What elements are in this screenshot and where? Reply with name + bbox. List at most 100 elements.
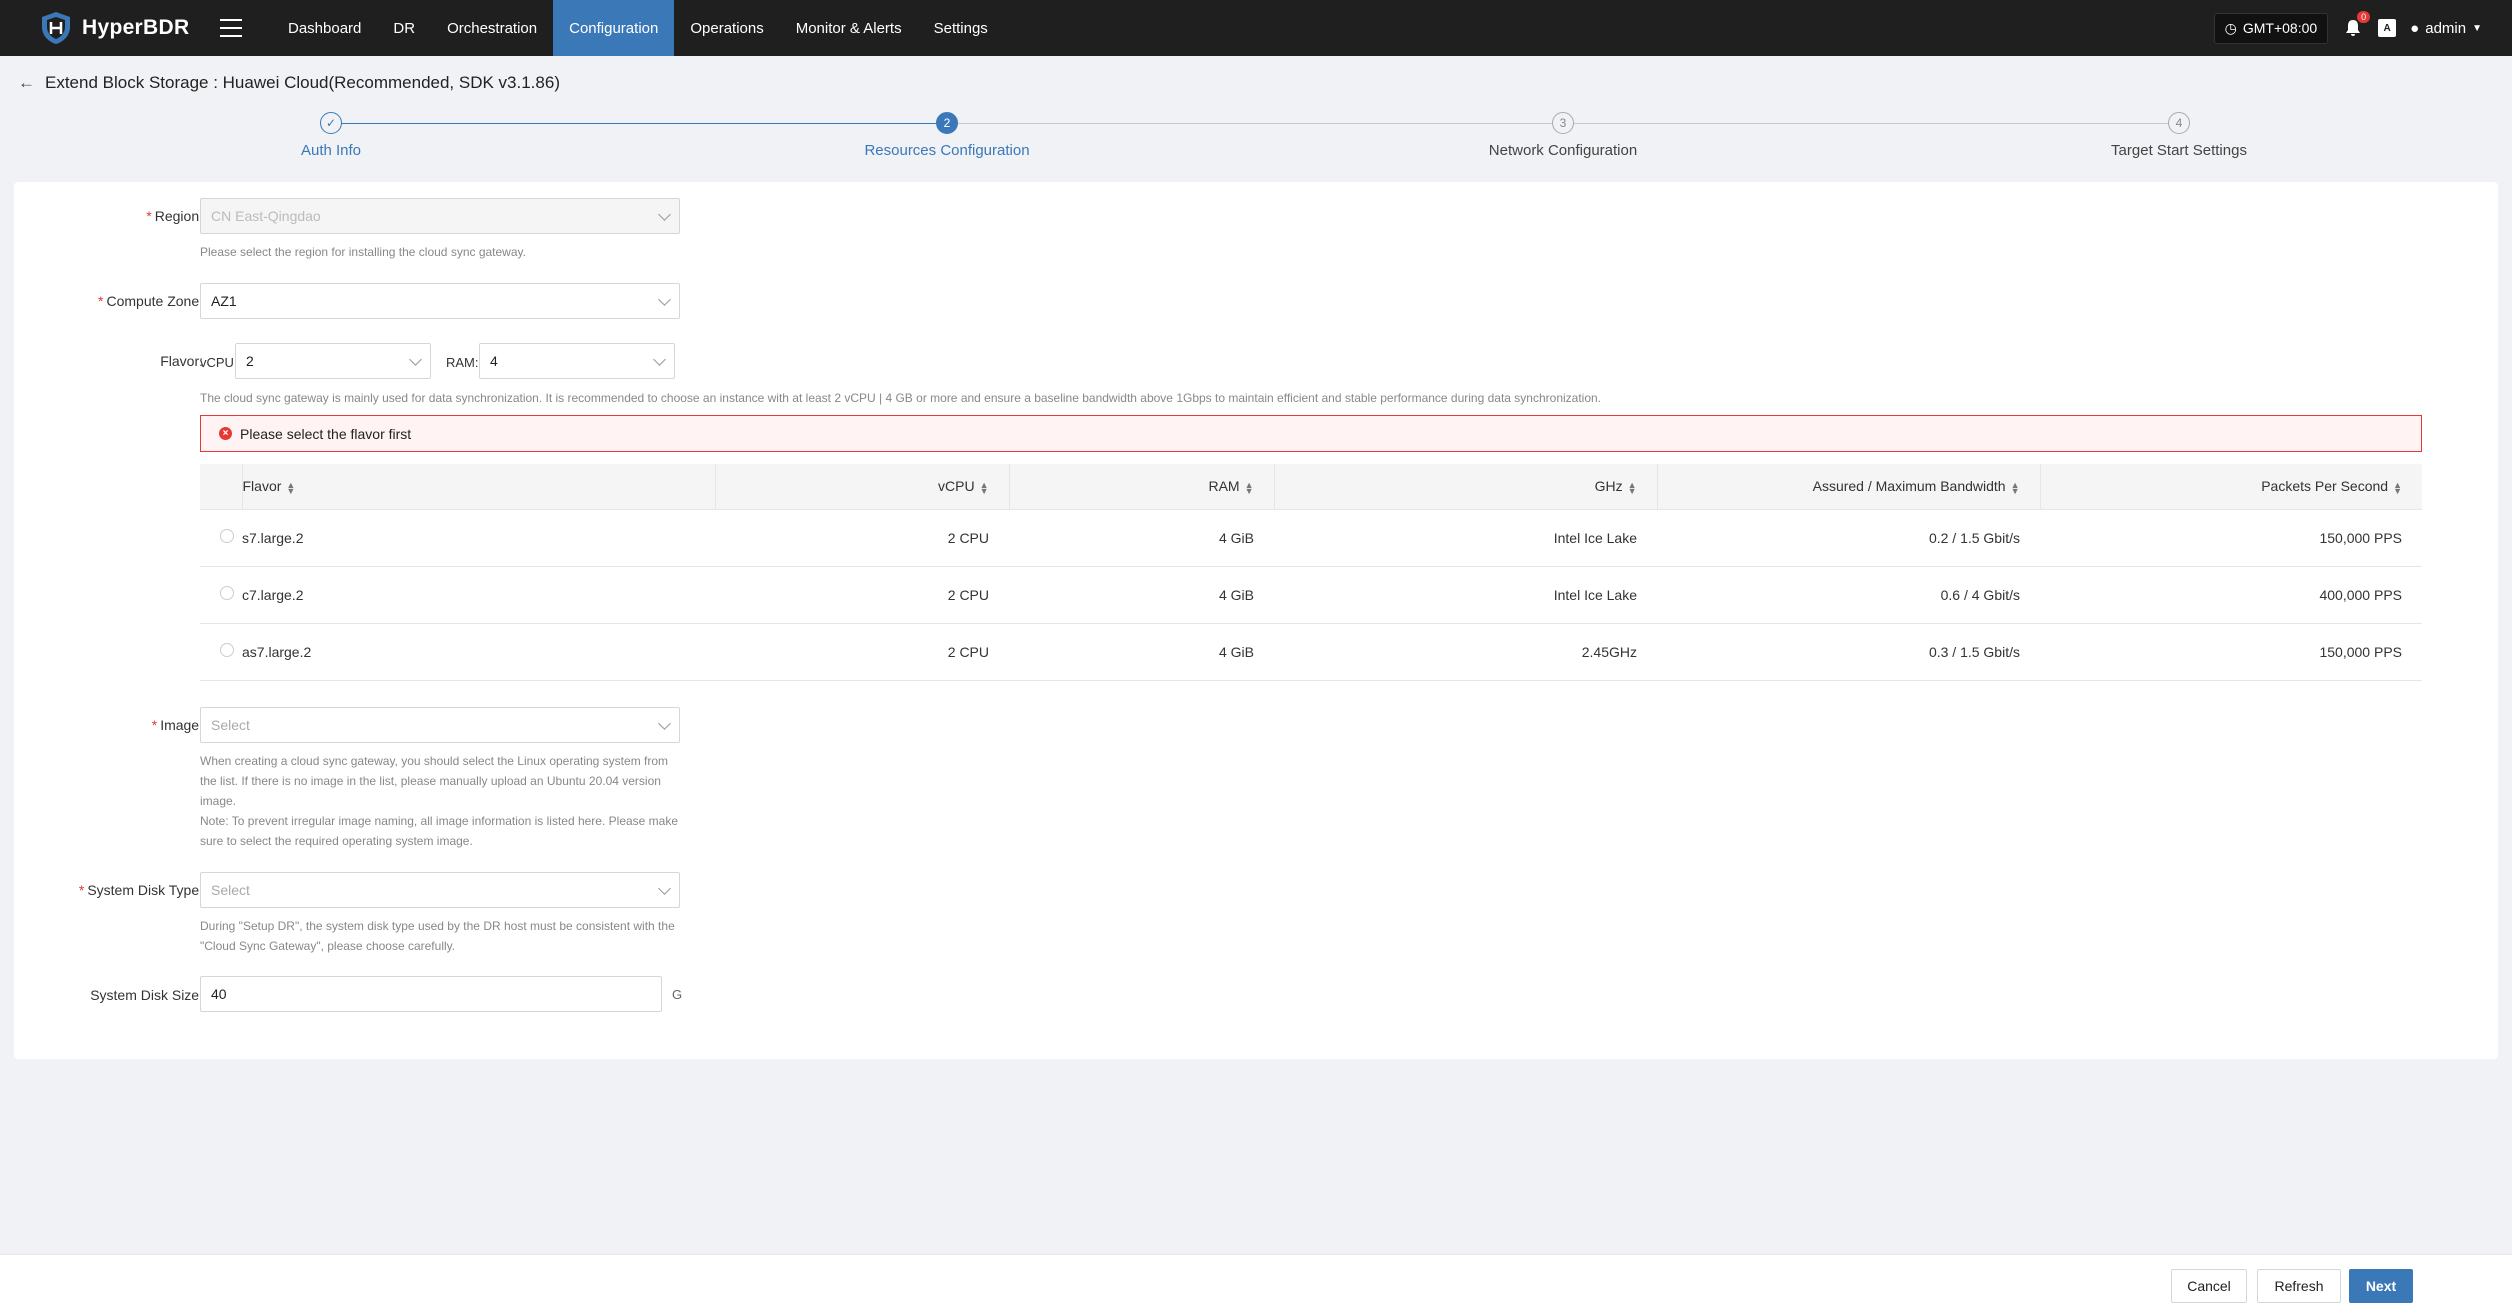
nav-dashboard[interactable]: Dashboard [272, 0, 377, 56]
nav-configuration[interactable]: Configuration [553, 0, 675, 56]
flavor-label: Flavor: [160, 353, 203, 369]
user-menu[interactable]: ● admin ▼ [2410, 20, 2482, 37]
refresh-button[interactable]: Refresh [2257, 1269, 2341, 1303]
ram-select[interactable]: 4 [479, 343, 675, 379]
step-check-icon: ✓ [320, 112, 342, 134]
main-nav: Dashboard DR Orchestration Configuration… [272, 0, 1004, 56]
user-name: admin [2425, 19, 2467, 37]
system-disk-type-select[interactable]: Select [200, 872, 680, 908]
step-label: Auth Info [300, 142, 362, 159]
sort-icon: ▲ ▼ [1244, 479, 1254, 496]
step-number: 4 [2168, 112, 2190, 134]
sort-icon: ▲ ▼ [979, 479, 989, 496]
table-row[interactable]: c7.large.2 2 CPU 4 GiB Intel Ice Lake 0.… [200, 566, 2422, 624]
nav-dr[interactable]: DR [377, 0, 431, 56]
cell-ghz: Intel Ice Lake [1274, 566, 1657, 624]
timezone-button[interactable]: ◷ GMT+08:00 [2213, 12, 2329, 44]
cell-flavor: as7.large.2 [242, 623, 715, 681]
row-radio-cell [200, 509, 242, 567]
language-icon[interactable]: A [2378, 19, 2397, 37]
image-label: * Image: [151, 717, 203, 733]
row-radio-cell [200, 566, 242, 624]
system-disk-size-label: System Disk Size: [90, 987, 203, 1003]
footer-bar: Cancel Refresh Next [0, 1254, 2512, 1314]
vcpu-label: vCPU: [200, 355, 238, 370]
column-header-bandwidth[interactable]: Assured / Maximum Bandwidth ▲ ▼ [1656, 464, 2040, 510]
image-select[interactable]: Select [200, 707, 680, 743]
ram-label: RAM: [446, 355, 479, 370]
sort-icon: ▲ ▼ [2010, 479, 2020, 496]
step-target-start-settings: 4 Target Start Settings [2049, 108, 2309, 159]
system-disk-size-unit: G [672, 987, 683, 1002]
nav-orchestration[interactable]: Orchestration [431, 0, 553, 56]
flavor-radio[interactable] [220, 586, 234, 600]
column-header-ram[interactable]: RAM ▲ ▼ [1008, 464, 1274, 510]
cell-flavor: c7.large.2 [242, 566, 715, 624]
step-network-configuration: 3 Network Configuration [1433, 108, 1693, 159]
region-select[interactable]: CN East-Qingdao [200, 198, 680, 234]
step-number: 2 [936, 112, 958, 134]
app-logo[interactable]: HyperBDR [38, 10, 198, 46]
clock-icon: ◷ [2224, 19, 2237, 36]
chevron-down-icon [409, 353, 422, 366]
flavor-error-alert: × Please select the flavor first [200, 415, 2422, 452]
back-arrow-icon[interactable]: ← [18, 73, 35, 93]
table-row[interactable]: s7.large.2 2 CPU 4 GiB Intel Ice Lake 0.… [200, 509, 2422, 567]
cell-ram: 4 GiB [1009, 566, 1274, 624]
column-header-vcpu[interactable]: vCPU ▲ ▼ [714, 464, 1009, 510]
nav-settings[interactable]: Settings [918, 0, 1004, 56]
user-icon: ● [2410, 19, 2420, 37]
menu-toggle-icon[interactable] [220, 19, 242, 37]
chevron-down-icon [658, 293, 671, 306]
cell-ram: 4 GiB [1009, 509, 1274, 567]
select-column-header [200, 464, 242, 510]
cell-pps: 150,000 PPS [2040, 509, 2422, 567]
cell-vcpu: 2 CPU [715, 623, 1009, 681]
cell-ram: 4 GiB [1009, 623, 1274, 681]
flavor-radio[interactable] [220, 643, 234, 657]
system-disk-size-input[interactable]: 40 [200, 976, 662, 1012]
wizard-steps: ✓ Auth Info 2 Resources Configuration 3 … [0, 108, 2512, 168]
step-resources-configuration: 2 Resources Configuration [817, 108, 1077, 159]
compute-zone-select[interactable]: AZ1 [200, 283, 680, 319]
cell-bandwidth: 0.2 / 1.5 Gbit/s [1657, 509, 2040, 567]
chevron-down-icon: ▼ [2472, 22, 2482, 34]
flavor-error-text: Please select the flavor first [240, 425, 412, 442]
cell-vcpu: 2 CPU [715, 509, 1009, 567]
flavor-radio[interactable] [220, 529, 234, 543]
table-header-row: Flavor ▲ ▼ vCPU ▲ ▼ RAM ▲ ▼ GHz ▲ ▼ Assured / Ma… [200, 464, 2422, 510]
nav-operations[interactable]: Operations [674, 0, 779, 56]
chevron-down-icon [658, 208, 671, 221]
column-header-flavor[interactable]: Flavor ▲ ▼ [241, 464, 715, 510]
cell-pps: 400,000 PPS [2040, 566, 2422, 624]
nav-monitor-alerts[interactable]: Monitor & Alerts [780, 0, 918, 56]
cell-bandwidth: 0.3 / 1.5 Gbit/s [1657, 623, 2040, 681]
chevron-down-icon [658, 882, 671, 895]
flavor-table: Flavor ▲ ▼ vCPU ▲ ▼ RAM ▲ ▼ GHz ▲ ▼ Assured / Ma… [200, 464, 2422, 681]
notification-button[interactable]: 0 [2342, 11, 2371, 39]
vcpu-select[interactable]: 2 [235, 343, 431, 379]
page-title: Extend Block Storage : Huawei Cloud(Reco… [45, 73, 560, 92]
step-number: 3 [1552, 112, 1574, 134]
app-name: HyperBDR [82, 16, 190, 39]
top-nav-bar: HyperBDR Dashboard DR Orchestration Conf… [0, 0, 2512, 56]
cell-vcpu: 2 CPU [715, 566, 1009, 624]
sort-icon: ▲ ▼ [286, 479, 296, 496]
image-hint: When creating a cloud sync gateway, you … [200, 754, 679, 848]
step-label: Target Start Settings [2111, 142, 2247, 159]
system-disk-type-label: * System Disk Type: [78, 882, 203, 898]
row-radio-cell [200, 623, 242, 681]
column-header-ghz[interactable]: GHz ▲ ▼ [1273, 464, 1657, 510]
table-row[interactable]: as7.large.2 2 CPU 4 GiB 2.45GHz 0.3 / 1.… [200, 623, 2422, 681]
cell-bandwidth: 0.6 / 4 Gbit/s [1657, 566, 2040, 624]
compute-zone-label: * Compute Zone: [98, 293, 203, 309]
resources-form-card: * Region: CN East-Qingdao Please select t… [14, 182, 2498, 1059]
system-disk-type-hint: During "Setup DR", the system disk type … [200, 919, 675, 953]
next-button[interactable]: Next [2349, 1269, 2413, 1303]
cancel-button[interactable]: Cancel [2171, 1269, 2247, 1303]
page-header: ← Extend Block Storage : Huawei Cloud(Re… [18, 73, 560, 93]
sort-icon: ▲ ▼ [1627, 479, 1637, 496]
cell-ghz: Intel Ice Lake [1274, 509, 1657, 567]
column-header-pps[interactable]: Packets Per Second ▲ ▼ [2039, 464, 2422, 510]
notification-badge: 0 [2357, 11, 2371, 23]
